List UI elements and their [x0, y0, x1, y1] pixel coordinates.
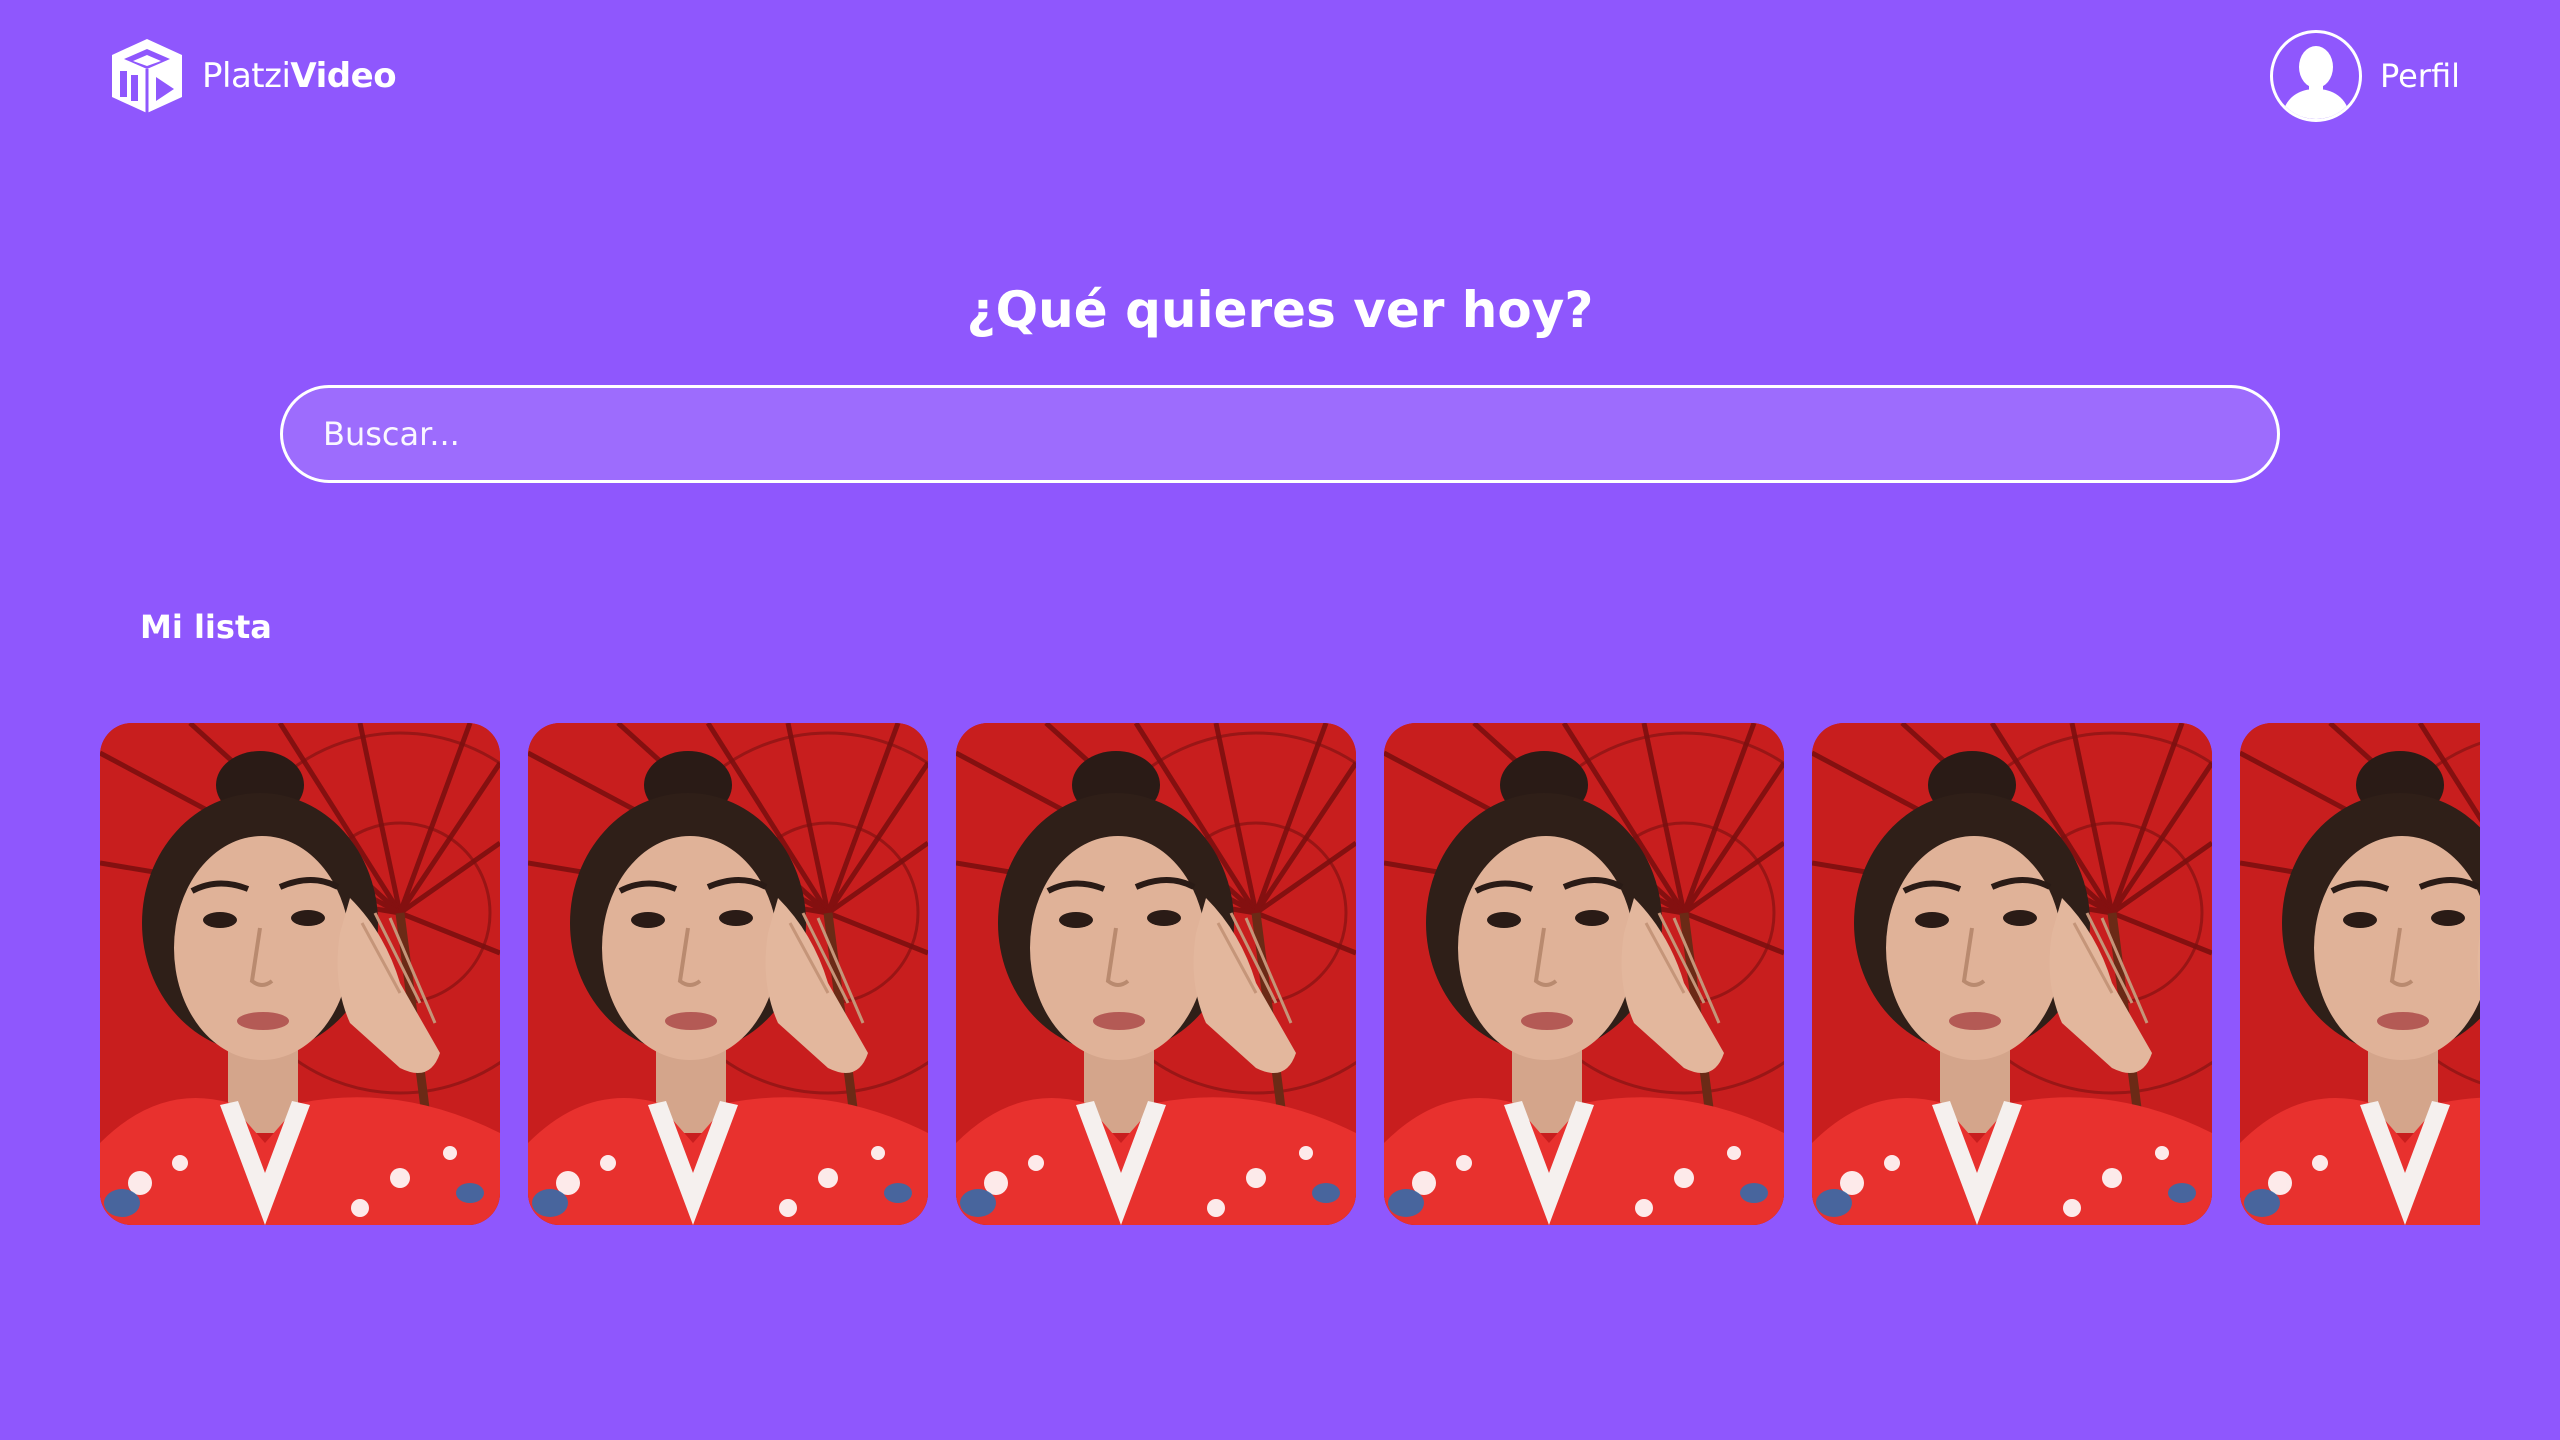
search-input[interactable]	[280, 385, 2280, 483]
portrait-woman-red-umbrella-image	[1384, 723, 1784, 1225]
section-title-mi-lista: Mi lista	[140, 608, 272, 646]
carousel-item[interactable]	[528, 723, 928, 1225]
portrait-woman-red-umbrella-image	[100, 723, 500, 1225]
portrait-woman-red-umbrella-image	[956, 723, 1356, 1225]
logo-text-light: Platzi	[202, 56, 291, 96]
platzivideo-logo[interactable]: PlatziVideo	[106, 35, 397, 117]
portrait-woman-red-umbrella-image	[1812, 723, 2212, 1225]
carousel-item[interactable]	[956, 723, 1356, 1225]
my-list-carousel[interactable]	[100, 723, 2480, 1225]
site-header: PlatziVideo Perfil	[0, 0, 2560, 160]
carousel-item[interactable]	[100, 723, 500, 1225]
profile-menu[interactable]: Perfil	[2269, 28, 2460, 124]
portrait-woman-red-umbrella-image	[528, 723, 928, 1225]
carousel-item[interactable]	[1812, 723, 2212, 1225]
page-title: ¿Qué quieres ver hoy?	[966, 281, 1594, 339]
logo-wordmark: PlatziVideo	[202, 56, 397, 96]
logo-text-bold: Video	[290, 56, 397, 96]
user-avatar-icon[interactable]	[2269, 30, 2362, 122]
profile-label[interactable]: Perfil	[2380, 60, 2460, 92]
carousel-item[interactable]	[2240, 723, 2480, 1225]
carousel-track	[100, 723, 2480, 1225]
cube-play-icon	[106, 35, 188, 117]
portrait-woman-red-umbrella-image	[2240, 723, 2480, 1225]
carousel-item[interactable]	[1384, 723, 1784, 1225]
